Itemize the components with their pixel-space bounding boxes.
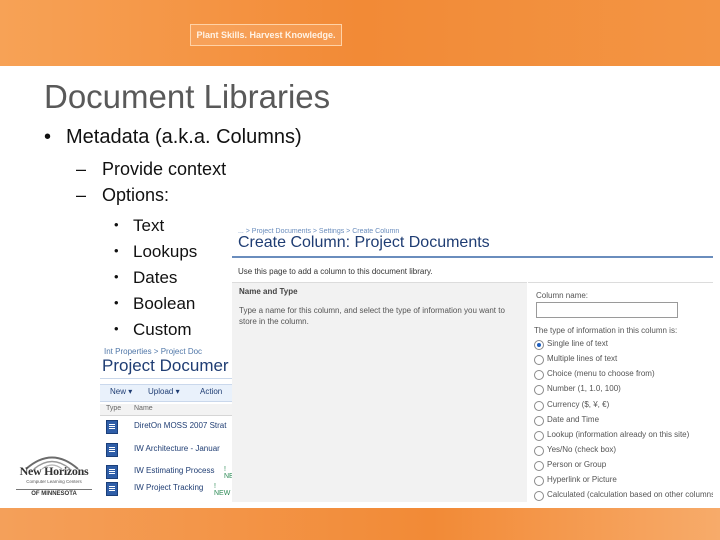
dash-icon: – bbox=[76, 185, 87, 205]
option-text: Dates bbox=[133, 268, 178, 287]
logo-name: New Horizons bbox=[19, 464, 89, 478]
radio-icon[interactable] bbox=[534, 446, 544, 456]
word-document-icon bbox=[106, 443, 118, 457]
library-title: Project Documer bbox=[102, 356, 229, 375]
bullet-icon: • bbox=[114, 217, 119, 232]
page-title: Create Column: Project Documents bbox=[238, 234, 490, 251]
logo-state: OF MINNESOTA bbox=[16, 489, 92, 497]
option-label: Currency ($, ¥, €) bbox=[547, 400, 610, 409]
tagline: Plant Skills. Harvest Knowledge. bbox=[190, 24, 342, 46]
option-text: Custom bbox=[133, 320, 192, 339]
sub-bullet: – Options: bbox=[76, 185, 169, 206]
breadcrumb[interactable]: Int Properties > Project Doc bbox=[104, 347, 202, 356]
option-label: Lookup (information already on this site… bbox=[547, 430, 690, 439]
divider bbox=[232, 256, 713, 258]
document-name[interactable]: IW Architecture - Januar bbox=[134, 444, 220, 453]
option-label: Multiple lines of text bbox=[547, 354, 618, 363]
option-item: • Boolean bbox=[114, 294, 195, 314]
word-document-icon bbox=[106, 482, 118, 496]
bullet-icon: • bbox=[114, 321, 119, 336]
option-text: Lookups bbox=[133, 242, 198, 261]
column-name-label: Column name: bbox=[536, 291, 589, 300]
new-badge-icon: ! NEW bbox=[214, 483, 231, 497]
footer-bar bbox=[0, 508, 720, 540]
radio-icon[interactable] bbox=[534, 355, 544, 365]
table-row[interactable]: IW Estimating Process ! NEW bbox=[100, 463, 232, 480]
table-row[interactable]: IW Project Tracking ! NEW bbox=[100, 480, 232, 497]
column-name-input[interactable] bbox=[536, 302, 678, 318]
option-label: Person or Group bbox=[547, 460, 607, 469]
radio-icon[interactable] bbox=[534, 431, 544, 441]
radio-icon[interactable] bbox=[534, 476, 544, 486]
section-description: Type a name for this column, and select … bbox=[239, 306, 505, 326]
sub-bullet: – Provide context bbox=[76, 159, 226, 180]
actions-menu-button[interactable]: Action bbox=[200, 387, 222, 396]
option-item: • Lookups bbox=[114, 242, 197, 262]
new-badge-icon: ! NEW bbox=[224, 466, 232, 480]
name-and-type-section: Name and Type Type a name for this colum… bbox=[232, 282, 527, 502]
bullet-icon: • bbox=[114, 295, 119, 310]
option-label: Number (1, 1.0, 100) bbox=[547, 384, 621, 393]
header-banner: Plant Skills. Harvest Knowledge. bbox=[0, 0, 720, 66]
option-text: Text bbox=[133, 216, 165, 235]
word-document-icon bbox=[106, 420, 118, 434]
section-title: Name and Type bbox=[239, 287, 298, 296]
library-toolbar: New ▾ Upload ▾ Action bbox=[100, 384, 232, 402]
table-row[interactable]: DiretOn MOSS 2007 Strat bbox=[100, 418, 232, 434]
option-label: Single line of text bbox=[547, 339, 608, 348]
option-label: Yes/No (check box) bbox=[547, 445, 617, 454]
radio-icon[interactable] bbox=[534, 370, 544, 380]
option-text: Boolean bbox=[133, 294, 196, 313]
create-column-screenshot: ... > Project Documents > Settings > Cre… bbox=[232, 228, 713, 502]
option-label: Choice (menu to choose from) bbox=[547, 369, 655, 378]
document-name[interactable]: IW Project Tracking bbox=[134, 483, 203, 492]
sub-bullet-text: Options: bbox=[102, 185, 170, 205]
radio-icon[interactable] bbox=[534, 385, 544, 395]
divider bbox=[100, 378, 232, 379]
option-label: Hyperlink or Picture bbox=[547, 475, 617, 484]
logo-subtitle: Computer Learning Centers bbox=[26, 479, 82, 484]
upload-menu-button[interactable]: Upload ▾ bbox=[148, 387, 180, 396]
document-library-screenshot: Int Properties > Project Doc Project Doc… bbox=[96, 346, 232, 504]
option-item: • Dates bbox=[114, 268, 177, 288]
option-item: • Custom bbox=[114, 320, 192, 340]
name-column-header[interactable]: Name bbox=[134, 405, 153, 412]
radio-icon[interactable] bbox=[534, 491, 544, 501]
type-column-header[interactable]: Type bbox=[106, 405, 121, 412]
bullet-icon: • bbox=[44, 126, 52, 148]
sub-bullet-text: Provide context bbox=[102, 159, 227, 179]
dash-icon: – bbox=[76, 159, 87, 179]
type-label: The type of information in this column i… bbox=[534, 326, 678, 335]
bullet-main-text: Metadata (a.k.a. Columns) bbox=[66, 126, 302, 148]
radio-icon[interactable] bbox=[534, 401, 544, 411]
option-item: • Text bbox=[114, 216, 164, 236]
word-document-icon bbox=[106, 465, 118, 479]
table-row[interactable]: IW Architecture - Januar bbox=[100, 441, 232, 457]
instructions-text: Use this page to add a column to this do… bbox=[238, 267, 433, 276]
bullet-icon: • bbox=[114, 243, 119, 258]
document-name[interactable]: DiretOn MOSS 2007 Strat bbox=[134, 421, 226, 430]
slide-title: Document Libraries bbox=[44, 78, 331, 115]
bullet-icon: • bbox=[114, 269, 119, 284]
column-settings-panel: Column name: The type of information in … bbox=[528, 282, 713, 502]
option-label: Calculated (calculation based on other c… bbox=[547, 490, 713, 499]
column-header-row: Type Name bbox=[100, 404, 232, 416]
radio-icon[interactable] bbox=[534, 461, 544, 471]
option-label: Date and Time bbox=[547, 415, 600, 424]
radio-icon[interactable] bbox=[534, 416, 544, 426]
new-menu-button[interactable]: New ▾ bbox=[110, 387, 132, 396]
radio-selected-icon[interactable] bbox=[534, 340, 544, 350]
new-horizons-logo: New Horizons Computer Learning Centers O… bbox=[16, 450, 92, 498]
document-name[interactable]: IW Estimating Process bbox=[134, 466, 214, 475]
bullet-main: • Metadata (a.k.a. Columns) bbox=[44, 126, 302, 149]
